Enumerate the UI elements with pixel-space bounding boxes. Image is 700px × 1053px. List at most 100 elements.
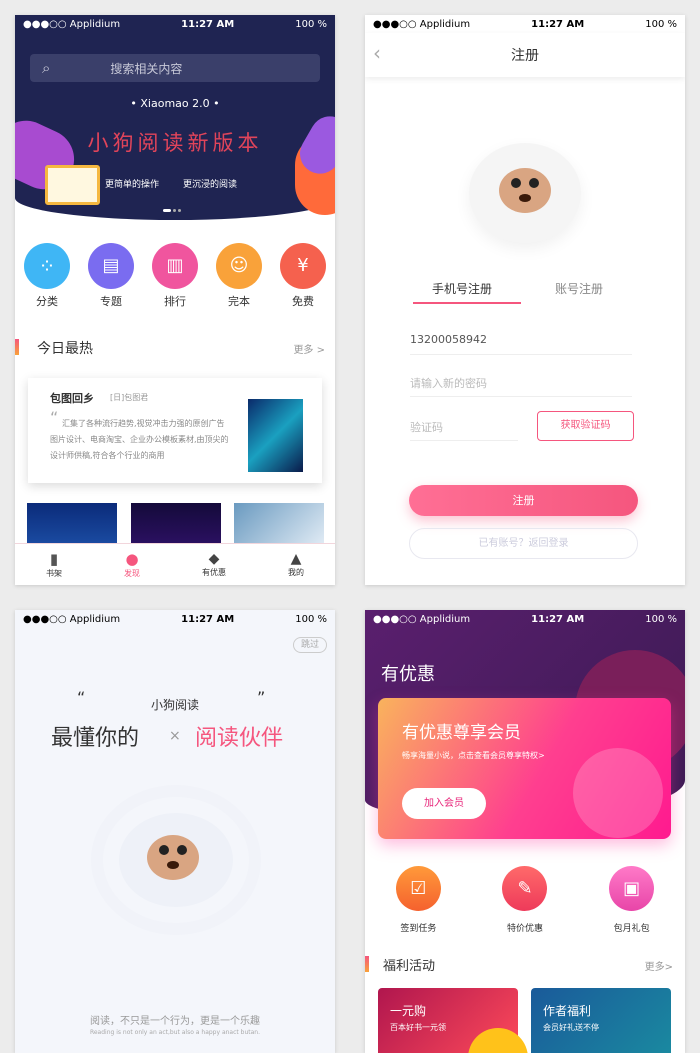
- category-label: 专题: [100, 295, 122, 308]
- category-item[interactable]: ▤ 专题: [88, 243, 134, 309]
- splash-screen: ●●●○○ Applidium 11:27 AM 100 % 跳过 “ 小狗阅读 ”…: [15, 610, 335, 1053]
- time: 11:27 AM: [531, 613, 585, 625]
- action-discount[interactable]: ✎ 特价优惠: [502, 866, 548, 934]
- close-quote: ”: [257, 688, 266, 707]
- section-title: 福利活动: [383, 959, 436, 974]
- carrier: ●●●○○ Applidium: [373, 613, 471, 625]
- password-input[interactable]: 请输入新的密码: [410, 375, 632, 397]
- promo-card[interactable]: 一元购 百本好书一元领: [378, 988, 528, 1053]
- register-button[interactable]: 注册: [409, 485, 638, 516]
- tab-label: 发现: [124, 569, 140, 578]
- code-input[interactable]: 验证码: [410, 419, 518, 441]
- promo-title: 作者福利: [543, 1004, 592, 1018]
- search-input[interactable]: ⌕ 搜索相关内容: [30, 54, 320, 82]
- carrier: ●●●○○ Applidium: [373, 18, 471, 30]
- book-title: 包图回乡: [50, 392, 94, 405]
- category-label: 分类: [36, 295, 58, 308]
- book-card[interactable]: 包图回乡 [日]包图君 “ 汇集了各种流行趋势,视觉冲击力强的原创广告图片设计、…: [28, 378, 322, 483]
- battery: 100 %: [295, 18, 327, 30]
- times-sign: ×: [169, 728, 181, 744]
- category-label: 排行: [164, 295, 186, 308]
- tagline-right: 阅读伙伴: [195, 726, 284, 751]
- smile-icon: ☺: [216, 243, 262, 289]
- discover-icon: ●: [125, 550, 139, 568]
- book-author: [日]包图君: [110, 393, 149, 402]
- status-bar: ●●●○○ Applidium 11:27 AM 100 %: [15, 15, 335, 33]
- slogan: 阅读，不只是一个行为，更是一个乐趣: [90, 1016, 260, 1027]
- category-item[interactable]: ¥ 免费: [280, 243, 326, 309]
- carrier: ●●●○○ Applidium: [23, 613, 121, 625]
- vip-screen: ●●●○○ Applidium 11:27 AM 100 % 有优惠 有优惠尊享会员…: [365, 610, 685, 1053]
- tab-bookshelf[interactable]: ▮ 书架: [46, 550, 62, 579]
- free-icon: ¥: [280, 243, 326, 289]
- section-title: 今日最热: [37, 341, 93, 357]
- tagline-left: 最懂你的: [51, 726, 140, 751]
- card-title: 有优惠尊享会员: [402, 723, 521, 743]
- status-bar: ●●●○○ Applidium 11:27 AM 100 %: [365, 610, 685, 628]
- tab-discover[interactable]: ● 发现: [124, 550, 140, 579]
- action-label: 签到任务: [400, 924, 437, 934]
- avatar[interactable]: [469, 143, 581, 243]
- action-gift[interactable]: ▣ 包月礼包: [609, 866, 655, 934]
- section-marker: [365, 956, 369, 972]
- thumbnail[interactable]: [234, 503, 324, 543]
- slogan-english: Reading is not only an act,but also a ha…: [89, 1029, 261, 1036]
- page-title: 注册: [511, 48, 539, 64]
- tab-label: 我的: [288, 568, 304, 577]
- category-item[interactable]: ▥ 排行: [152, 243, 198, 309]
- book-illustration: [45, 165, 100, 205]
- thumbnail[interactable]: [27, 503, 117, 543]
- banner-tag: 更沉浸的阅读: [183, 180, 238, 190]
- banner[interactable]: [15, 15, 335, 220]
- promo-subtitle: 会员好礼送不停: [543, 1023, 599, 1032]
- chart-icon: ▥: [152, 243, 198, 289]
- vip-card[interactable]: 有优惠尊享会员 畅享海量小说，点击查看会员尊享特权> 加入会员: [378, 698, 671, 839]
- register-screen: ●●●○○ Applidium 11:27 AM 100 % ‹ 注册 手机号注册 …: [365, 15, 685, 585]
- action-checkin[interactable]: ☑ 签到任务: [395, 866, 441, 934]
- vip-icon: ◆: [208, 551, 220, 567]
- phone-input[interactable]: 13200058942: [410, 333, 632, 355]
- banner-title: 小狗阅读新版本: [87, 131, 263, 155]
- category-label: 完本: [228, 295, 250, 308]
- banner-subtitle: • Xiaomao 2.0 •: [130, 97, 220, 110]
- promo-subtitle: 百本好书一元领: [390, 1023, 446, 1032]
- promo-title: 一元购: [390, 1004, 427, 1018]
- battery: 100 %: [645, 613, 677, 625]
- tab-label: 书架: [46, 569, 62, 578]
- thumbnail[interactable]: [131, 503, 221, 543]
- status-bar: ●●●○○ Applidium 11:27 AM 100 %: [15, 610, 335, 628]
- nav-bar: ‹ 注册: [365, 33, 685, 77]
- action-row: ☑ 签到任务 ✎ 特价优惠 ▣ 包月礼包: [365, 866, 685, 934]
- tab-vip[interactable]: ◆ 有优惠: [202, 551, 226, 578]
- book-cover: [248, 399, 303, 472]
- dog-watermark-icon: [573, 748, 663, 838]
- tab-profile[interactable]: ▲ 我的: [288, 551, 304, 578]
- tab-account-register[interactable]: 账号注册: [555, 280, 603, 297]
- time: 11:27 AM: [181, 18, 235, 30]
- banner-tag: 更简单的操作: [105, 180, 160, 190]
- profile-icon: ▲: [290, 551, 302, 567]
- category-item[interactable]: ☺ 完本: [216, 243, 262, 309]
- document-icon: ▤: [88, 243, 134, 289]
- carousel-dots[interactable]: [163, 209, 181, 212]
- category-row: ⁘ 分类 ▤ 专题 ▥ 排行 ☺ 完本 ¥ 免费: [15, 243, 335, 309]
- tab-phone-register[interactable]: 手机号注册: [432, 280, 492, 297]
- home-screen: ●●●○○ Applidium 11:27 AM 100 % ⌕ 搜索相关内容 • …: [15, 15, 335, 585]
- book-description: 汇集了各种流行趋势,视觉冲击力强的原创广告图片设计、电商淘宝、企业办公模板素材,…: [50, 419, 229, 460]
- skip-button[interactable]: 跳过: [293, 637, 327, 653]
- card-subtitle: 畅享海量小说，点击查看会员尊享特权>: [402, 751, 545, 760]
- tag-icon: ✎: [502, 866, 548, 911]
- more-link[interactable]: 更多 >: [293, 341, 325, 356]
- category-label: 免费: [292, 295, 314, 308]
- promo-card[interactable]: 作者福利 会员好礼送不停: [531, 988, 671, 1053]
- grid-icon: ⁘: [24, 243, 70, 289]
- search-placeholder: 搜索相关内容: [110, 61, 183, 76]
- get-code-button[interactable]: 获取验证码: [537, 411, 634, 441]
- category-item[interactable]: ⁘ 分类: [24, 243, 70, 309]
- action-label: 特价优惠: [506, 924, 543, 934]
- join-button[interactable]: 加入会员: [402, 788, 486, 819]
- time: 11:27 AM: [181, 613, 235, 625]
- login-link[interactable]: 已有账号？返回登录: [409, 528, 638, 559]
- gift-icon: ▣: [609, 866, 655, 911]
- more-link[interactable]: 更多>: [645, 958, 673, 973]
